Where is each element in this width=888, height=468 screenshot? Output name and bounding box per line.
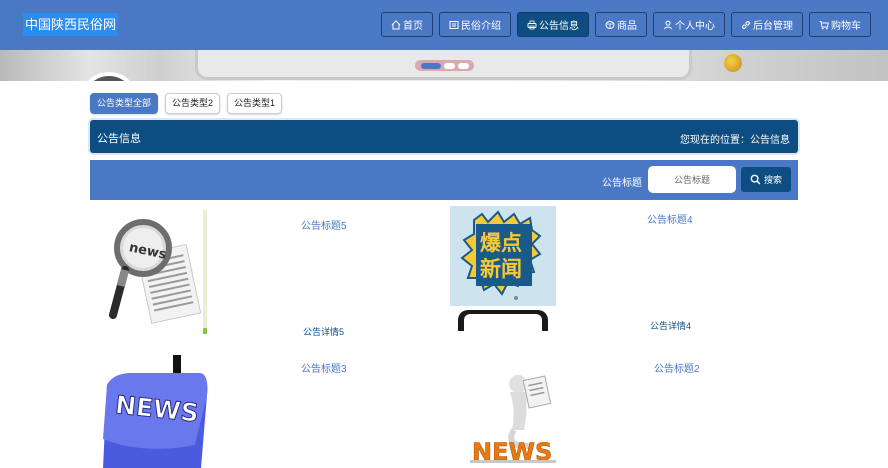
- cart-icon: [819, 20, 829, 29]
- search-input[interactable]: [648, 166, 736, 193]
- type-filter: 公告类型全部 公告类型2 公告类型1: [90, 93, 283, 114]
- carousel-dot-2[interactable]: [443, 62, 455, 69]
- breadcrumb: 您现在的位置：公告信息: [680, 135, 790, 146]
- card-title-1[interactable]: 公告标题5: [301, 217, 347, 232]
- site-logo[interactable]: 中国陕西民俗网: [23, 13, 119, 36]
- card-title-2[interactable]: 公告标题4: [647, 211, 693, 226]
- card-detail-2[interactable]: 公告详情4: [650, 319, 691, 332]
- box-icon: [605, 20, 615, 29]
- nav-personal-center-label: 个人中心: [675, 21, 715, 32]
- nav-admin-label: 后台管理: [753, 21, 793, 32]
- main-nav: 首页 民俗介绍 公告信息 商品 个人中心 后台管理 购物车: [381, 12, 871, 37]
- list-icon: [449, 20, 459, 29]
- nav-cart[interactable]: 购物车: [809, 12, 871, 37]
- card-image-1[interactable]: news: [103, 210, 209, 334]
- svg-text:爆点: 爆点: [480, 231, 522, 255]
- section-title-bar: 公告信息 您现在的位置：公告信息: [90, 120, 798, 153]
- type-1-button[interactable]: 公告类型1: [227, 93, 283, 114]
- nav-home-label: 首页: [403, 21, 423, 32]
- search-icon: [750, 174, 761, 185]
- search-button[interactable]: 搜索: [741, 167, 791, 192]
- banner-ornament: [724, 54, 742, 72]
- magnifier-news-image: news: [103, 210, 209, 334]
- carousel-banner[interactable]: [0, 50, 888, 81]
- breaking-news-phone-image: 爆点 新闻: [450, 206, 556, 331]
- header: 中国陕西民俗网 首页 民俗介绍 公告信息 商品 个人中心 后台管理 购物车: [0, 0, 888, 50]
- card-title-4[interactable]: 公告标题2: [654, 360, 700, 375]
- card-image-3[interactable]: NEWS: [103, 355, 209, 468]
- nav-personal-center[interactable]: 个人中心: [653, 12, 725, 37]
- news-figure-image: NEWS: [450, 370, 556, 468]
- card-title-3[interactable]: 公告标题3: [301, 360, 347, 375]
- nav-announcements[interactable]: 公告信息: [517, 12, 589, 37]
- search-bar: 公告标题 搜索: [90, 160, 798, 200]
- nav-announcements-label: 公告信息: [539, 21, 579, 32]
- search-label: 公告标题: [602, 178, 642, 189]
- home-icon: [391, 19, 401, 29]
- nav-cart-label: 购物车: [831, 21, 861, 32]
- nav-admin[interactable]: 后台管理: [731, 12, 803, 37]
- card-image-2[interactable]: 爆点 新闻: [450, 206, 556, 331]
- nav-folk-intro[interactable]: 民俗介绍: [439, 12, 511, 37]
- nav-folk-intro-label: 民俗介绍: [461, 21, 501, 32]
- type-all-button[interactable]: 公告类型全部: [90, 93, 159, 114]
- search-button-label: 搜索: [763, 175, 782, 185]
- type-2-button[interactable]: 公告类型2: [165, 93, 221, 114]
- carousel-dot-1[interactable]: [420, 62, 441, 69]
- news-key-image: NEWS: [103, 355, 209, 468]
- section-title: 公告信息: [97, 133, 141, 145]
- banner-decoration: [84, 72, 134, 81]
- svg-text:新闻: 新闻: [480, 257, 522, 281]
- link-icon: [742, 20, 750, 29]
- user-icon: [664, 20, 672, 29]
- nav-products[interactable]: 商品: [595, 12, 647, 37]
- carousel-dot-3[interactable]: [457, 62, 469, 69]
- carousel-indicators: [415, 60, 474, 71]
- card-image-4[interactable]: NEWS: [450, 370, 556, 468]
- card-detail-1[interactable]: 公告详情5: [303, 325, 344, 338]
- nav-home[interactable]: 首页: [381, 12, 433, 37]
- print-icon: [527, 20, 537, 29]
- nav-products-label: 商品: [617, 21, 637, 32]
